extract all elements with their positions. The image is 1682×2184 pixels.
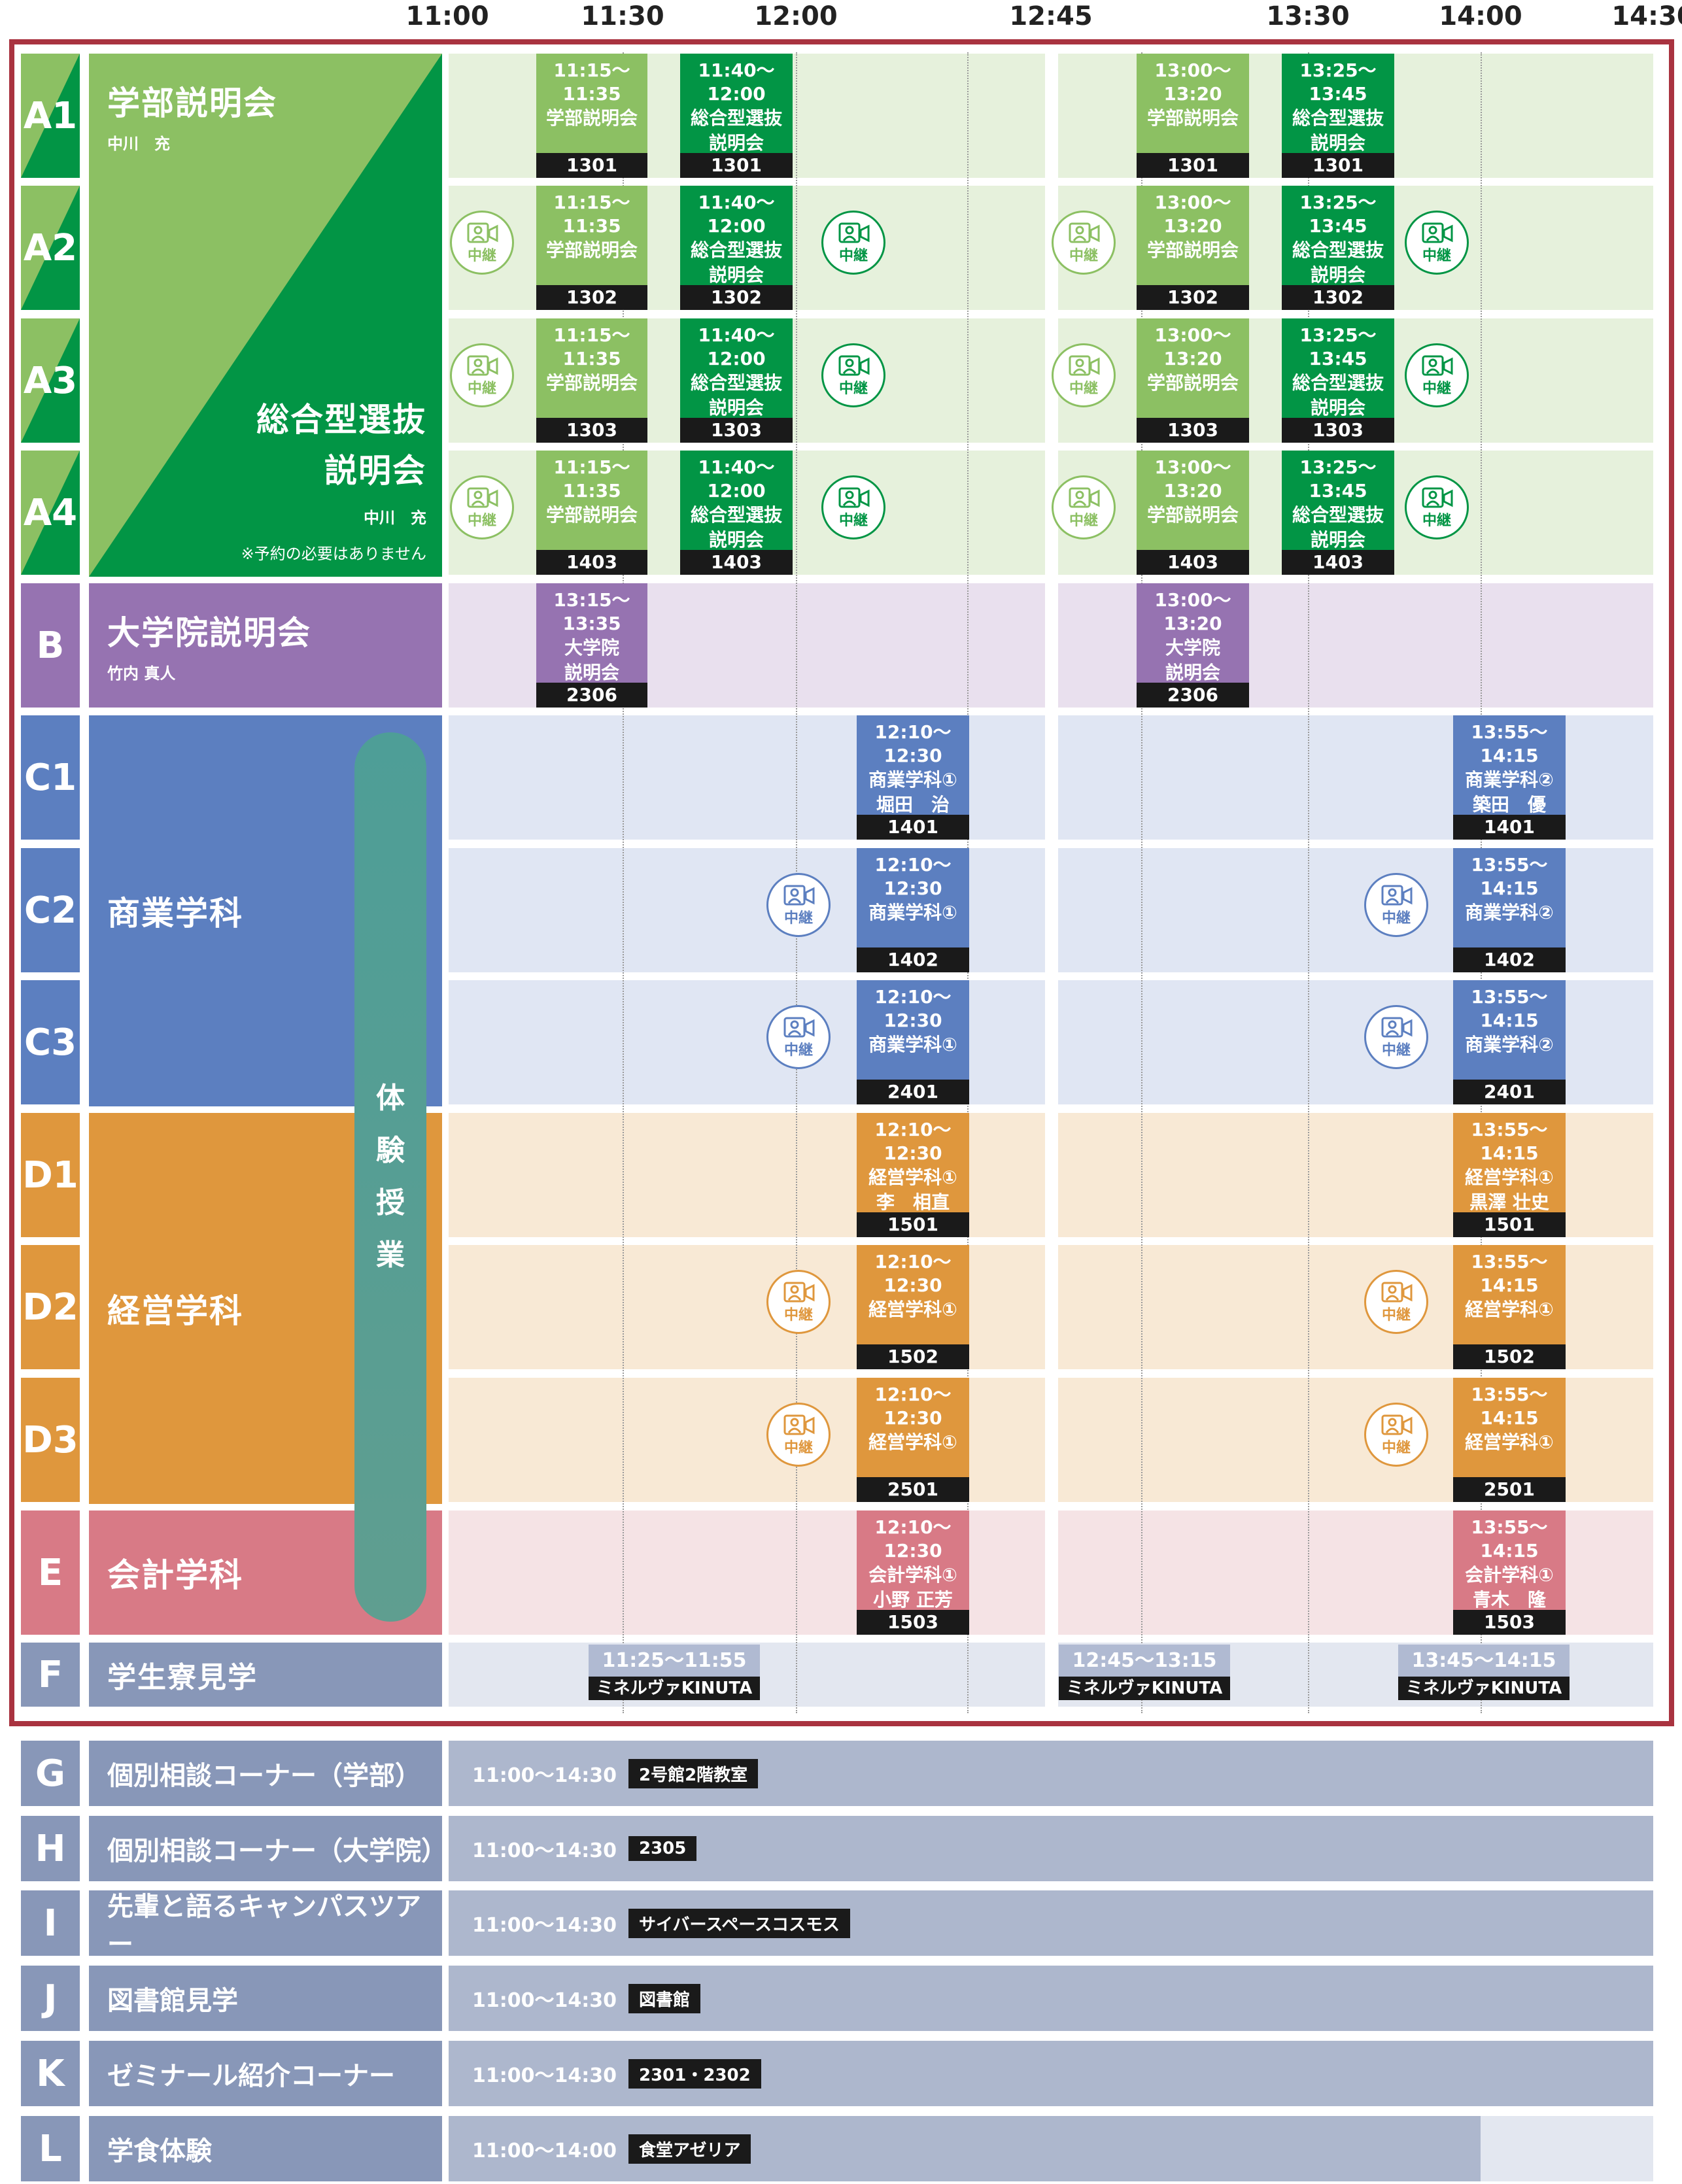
row-code-g: G [21, 1741, 80, 1806]
category-title: 学食体験 [107, 2136, 212, 2166]
activity-time: 11:00〜14:30 [472, 1764, 617, 1787]
activity-bar[interactable]: 11:00〜14:30 2305 [449, 1816, 1653, 1881]
time-label: 12:45 [1009, 1, 1093, 31]
activity-room: 食堂アゼリア [628, 2134, 751, 2164]
activity-time: 11:00〜14:30 [472, 1989, 617, 2012]
category-i-panel: 先輩と語るキャンパスツアー [89, 1890, 442, 1960]
time-label: 14:30 [1611, 1, 1682, 31]
time-label: 11:00 [405, 1, 489, 31]
timeline-band [1481, 2116, 1653, 2181]
activity-time: 11:00〜14:30 [472, 1914, 617, 1937]
category-h-panel: 個別相談コーナー（大学院） [89, 1816, 447, 1881]
row-code-k: K [21, 2041, 80, 2106]
activity-room: サイバースペースコスモス [628, 1908, 851, 1938]
activity-bar[interactable]: 11:00〜14:30 図書館 [449, 1966, 1653, 2031]
activity-info: 11:00〜14:30 2301・2302 [449, 2041, 761, 2106]
time-label: 14:00 [1439, 1, 1522, 31]
activity-info: 11:00〜14:30 図書館 [449, 1966, 701, 2031]
row-code-i: I [21, 1890, 80, 1956]
activity-bar[interactable]: 11:00〜14:30 2301・2302 [449, 2041, 1653, 2106]
category-title: 個別相談コーナー（学部） [107, 1761, 421, 1791]
row-code-h: H [21, 1816, 80, 1881]
category-title: ゼミナール紹介コーナー [107, 2061, 395, 2091]
row-code-l: L [21, 2116, 80, 2181]
category-title: 図書館見学 [107, 1986, 238, 2016]
activity-info: 11:00〜14:30 2305 [449, 1816, 697, 1881]
category-g-panel: 個別相談コーナー（学部） [89, 1741, 442, 1806]
activity-time: 11:00〜14:30 [472, 2064, 617, 2087]
category-title: 個別相談コーナー（大学院） [107, 1836, 447, 1866]
activity-info: 11:00〜14:30 2号館2階教室 [449, 1741, 759, 1806]
time-label: 13:30 [1266, 1, 1350, 31]
activity-room: 2305 [628, 1836, 697, 1861]
time-label: 11:30 [581, 1, 664, 31]
category-k-panel: ゼミナール紹介コーナー [89, 2041, 442, 2106]
activity-room: 図書館 [628, 1983, 701, 2013]
activity-room: 2301・2302 [628, 2058, 761, 2089]
activity-time: 11:00〜14:30 [472, 1839, 617, 1862]
activity-bar[interactable]: 11:00〜14:30 2号館2階教室 [449, 1741, 1653, 1806]
highlight-frame [9, 39, 1674, 1726]
activity-time: 11:00〜14:00 [472, 2140, 617, 2162]
activity-bar[interactable]: 11:00〜14:30 サイバースペースコスモス [449, 1890, 1653, 1956]
activity-bar[interactable]: 11:00〜14:00 食堂アゼリア [449, 2116, 1481, 2181]
row-code-j: J [21, 1966, 80, 2031]
category-l-panel: 学食体験 [89, 2116, 442, 2181]
activity-room: 2号館2階教室 [628, 1758, 759, 1788]
time-label: 12:00 [754, 1, 838, 31]
activity-info: 11:00〜14:00 食堂アゼリア [449, 2116, 751, 2181]
category-title: 先輩と語るキャンパスツアー [107, 1892, 421, 1960]
activity-info: 11:00〜14:30 サイバースペースコスモス [449, 1890, 851, 1956]
category-j-panel: 図書館見学 [89, 1966, 442, 2031]
